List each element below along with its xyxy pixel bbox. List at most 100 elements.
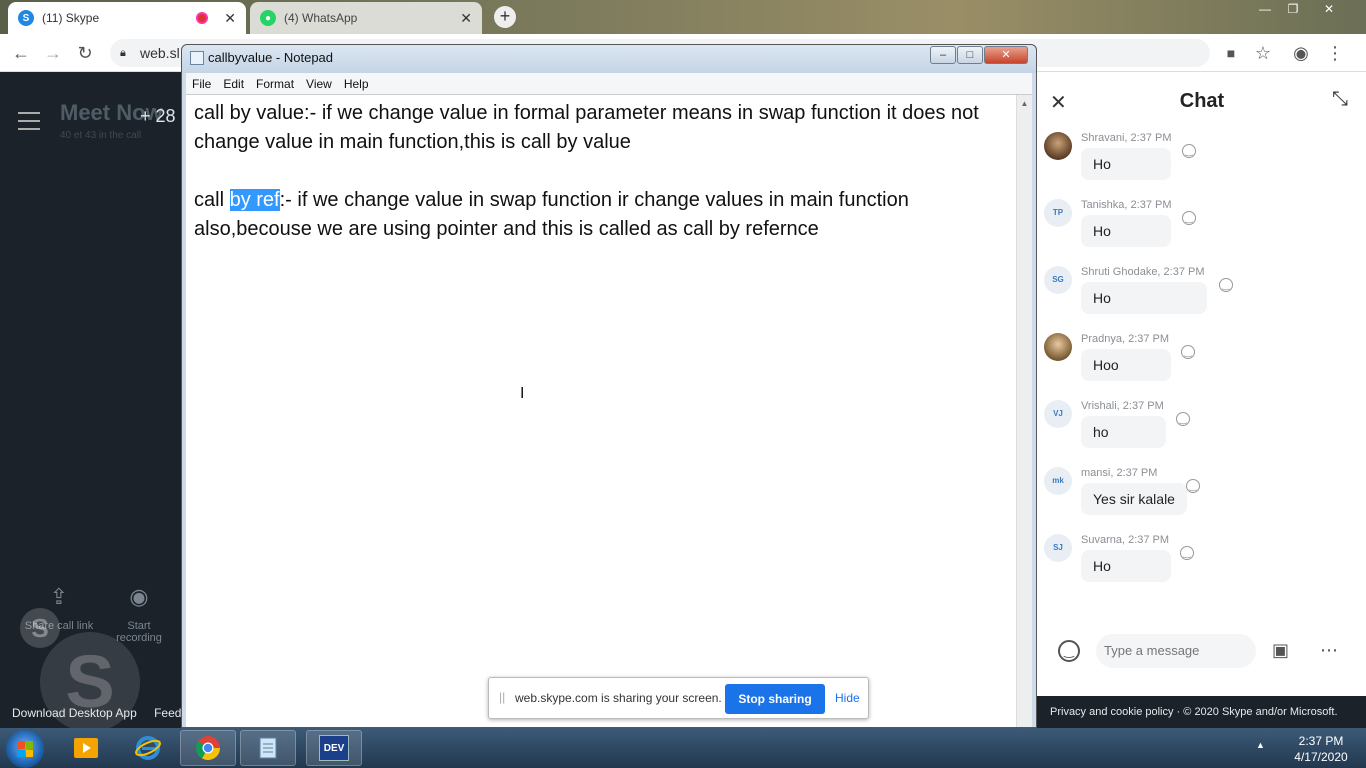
message-bubble: ho xyxy=(1081,416,1166,448)
react-emoji-icon[interactable]: ‿ xyxy=(1182,211,1196,225)
menu-kebab-icon[interactable]: ⋮ xyxy=(1324,42,1346,64)
expand-icon[interactable]: ⤡ xyxy=(1332,88,1348,111)
avatar[interactable]: SJ xyxy=(1044,534,1072,562)
notepad-minimize-button[interactable]: – xyxy=(930,46,956,64)
menu-file[interactable]: File xyxy=(186,73,217,91)
menu-help[interactable]: Help xyxy=(338,73,375,91)
react-emoji-icon[interactable]: ‿ xyxy=(1219,278,1233,292)
minimize-window-button[interactable]: — xyxy=(1252,0,1278,18)
message-sender: Tanishka, 2:37 PM xyxy=(1081,199,1172,211)
clock-time: 2:37 PM xyxy=(1298,734,1344,748)
hamburger-menu-icon[interactable] xyxy=(18,112,40,136)
start-recording-button[interactable]: ◉ Start recording xyxy=(104,584,174,644)
message-sender: Shruti Ghodake, 2:37 PM xyxy=(1081,266,1205,278)
bookmark-star-icon[interactable]: ☆ xyxy=(1252,42,1274,64)
restore-window-button[interactable]: ❐ xyxy=(1280,0,1306,18)
notepad-window: callbyvalue - Notepad – □ ✕ File Edit Form… xyxy=(181,44,1037,728)
back-arrow-icon[interactable]: ← xyxy=(10,42,32,64)
close-window-button[interactable]: ✕ xyxy=(1316,0,1342,18)
chat-footer: Privacy and cookie policy · © 2020 Skype… xyxy=(1036,696,1366,728)
sharing-message: web.skype.com is sharing your screen. xyxy=(515,691,722,705)
chrome-taskbar-icon[interactable] xyxy=(180,730,236,766)
media-gallery-icon[interactable]: ▣ xyxy=(1272,640,1289,661)
message-bubble: Ho xyxy=(1081,215,1171,247)
message-bubble: Ho xyxy=(1081,550,1171,582)
start-recording-label: Start recording xyxy=(116,620,162,644)
whatsapp-favicon-icon: ● xyxy=(260,10,276,26)
chat-message: TP Tanishka, 2:37 PM Ho ‿ xyxy=(1036,199,1366,265)
clock-date: 4/17/2020 xyxy=(1294,750,1348,764)
new-tab-button[interactable]: + xyxy=(494,6,516,28)
message-sender: mansi, 2:37 PM xyxy=(1081,467,1158,479)
avatar[interactable]: TP xyxy=(1044,199,1072,227)
chat-title: Chat xyxy=(1179,90,1225,112)
message-bubble: Yes sir kalale xyxy=(1081,483,1187,515)
add-participants-button[interactable]: + 28 xyxy=(140,106,176,127)
text-line-call-by-ref-rest: :- if we change value in swap function i… xyxy=(194,189,915,240)
chat-message: mk mansi, 2:37 PM Yes sir kalale ‿ xyxy=(1036,467,1366,533)
message-sender: Shravani, 2:37 PM xyxy=(1081,132,1172,144)
selected-text: by ref xyxy=(229,189,280,211)
tab-close-icon[interactable]: ✕ xyxy=(224,10,236,27)
message-sender: Pradnya, 2:37 PM xyxy=(1081,333,1170,345)
chat-message: Pradnya, 2:37 PM Hoo ‿ xyxy=(1036,333,1366,399)
avatar[interactable]: mk xyxy=(1044,467,1072,495)
notepad-scrollbar[interactable]: ▲ xyxy=(1016,95,1032,727)
tab-whatsapp[interactable]: ● (4) WhatsApp ✕ xyxy=(250,2,482,34)
scroll-up-icon[interactable]: ▲ xyxy=(1017,99,1032,108)
tab-close-icon[interactable]: ✕ xyxy=(460,10,472,27)
notepad-text-area[interactable]: call by value:- if we change value in fo… xyxy=(186,95,1016,727)
dev-cpp-taskbar-icon[interactable]: DEV xyxy=(306,730,362,766)
react-emoji-icon[interactable]: ‿ xyxy=(1176,412,1190,426)
drag-grip-icon[interactable]: || xyxy=(499,690,505,704)
message-sender: Suvarna, 2:37 PM xyxy=(1081,534,1170,546)
notepad-title: callbyvalue - Notepad xyxy=(208,50,334,65)
emoji-picker-icon[interactable]: ‿ xyxy=(1058,640,1080,662)
notepad-close-button[interactable]: ✕ xyxy=(984,46,1028,64)
system-clock[interactable]: 2:37 PM 4/17/2020 xyxy=(1276,733,1366,765)
windows-logo-icon xyxy=(17,741,33,757)
reload-icon[interactable]: ↻ xyxy=(74,42,96,64)
show-hidden-icons-icon[interactable]: ▲ xyxy=(1256,740,1265,750)
chat-panel: ✕ Chat ⤡ Shravani, 2:37 PM Ho ‿ TP Tanis… xyxy=(1036,72,1366,696)
media-player-icon[interactable] xyxy=(58,730,114,766)
notepad-titlebar[interactable]: callbyvalue - Notepad xyxy=(182,45,1036,73)
share-icon: ⇪ xyxy=(49,584,69,609)
react-emoji-icon[interactable]: ‿ xyxy=(1186,479,1200,493)
message-input[interactable] xyxy=(1096,634,1256,668)
text-line-call-by-value: call by value:- if we change value in fo… xyxy=(194,102,985,153)
download-desktop-app-link[interactable]: Download Desktop App xyxy=(12,706,137,720)
skype-call-panel: Meet Now 40 et 43 in the call + 28 ⇪ Sha… xyxy=(0,72,195,732)
message-sender: Vrishali, 2:37 PM xyxy=(1081,400,1164,412)
camera-icon[interactable]: ■ xyxy=(1220,42,1242,64)
react-emoji-icon[interactable]: ‿ xyxy=(1181,345,1195,359)
menu-edit[interactable]: Edit xyxy=(217,73,250,91)
menu-format[interactable]: Format xyxy=(250,73,300,91)
start-button[interactable] xyxy=(6,730,44,768)
recording-indicator-icon xyxy=(196,12,209,24)
forward-arrow-icon[interactable]: → xyxy=(42,42,64,64)
notepad-taskbar-icon[interactable] xyxy=(240,730,296,766)
react-emoji-icon[interactable]: ‿ xyxy=(1182,144,1196,158)
menu-view[interactable]: View xyxy=(300,73,338,91)
left-footer: Download Desktop App Feedba xyxy=(12,706,195,720)
stop-sharing-button[interactable]: Stop sharing xyxy=(725,684,825,714)
browser-tabstrip: S (11) Skype ✕ ● (4) WhatsApp ✕ + — ❐ ✕ xyxy=(0,0,1366,34)
notepad-content: call by value:- if we change value in fo… xyxy=(194,99,1009,244)
tab-skype[interactable]: S (11) Skype ✕ xyxy=(8,2,246,34)
notepad-menubar: File Edit Format View Help xyxy=(186,73,1032,95)
chat-message: SJ Suvarna, 2:37 PM Ho ‿ xyxy=(1036,534,1366,600)
text-line-call-by-ref-start: call xyxy=(194,189,230,211)
avatar[interactable]: VJ xyxy=(1044,400,1072,428)
internet-explorer-icon[interactable] xyxy=(120,730,176,766)
avatar[interactable] xyxy=(1044,333,1072,361)
more-options-icon[interactable]: ⋯ xyxy=(1320,640,1338,661)
profile-icon[interactable]: ◉ xyxy=(1290,42,1312,64)
react-emoji-icon[interactable]: ‿ xyxy=(1180,546,1194,560)
lock-icon: 🔒︎ xyxy=(120,47,126,59)
avatar[interactable]: SG xyxy=(1044,266,1072,294)
avatar[interactable] xyxy=(1044,132,1072,160)
notepad-maximize-button[interactable]: □ xyxy=(957,46,983,64)
url-text: web.sl xyxy=(140,45,180,61)
hide-button[interactable]: Hide xyxy=(835,691,860,705)
